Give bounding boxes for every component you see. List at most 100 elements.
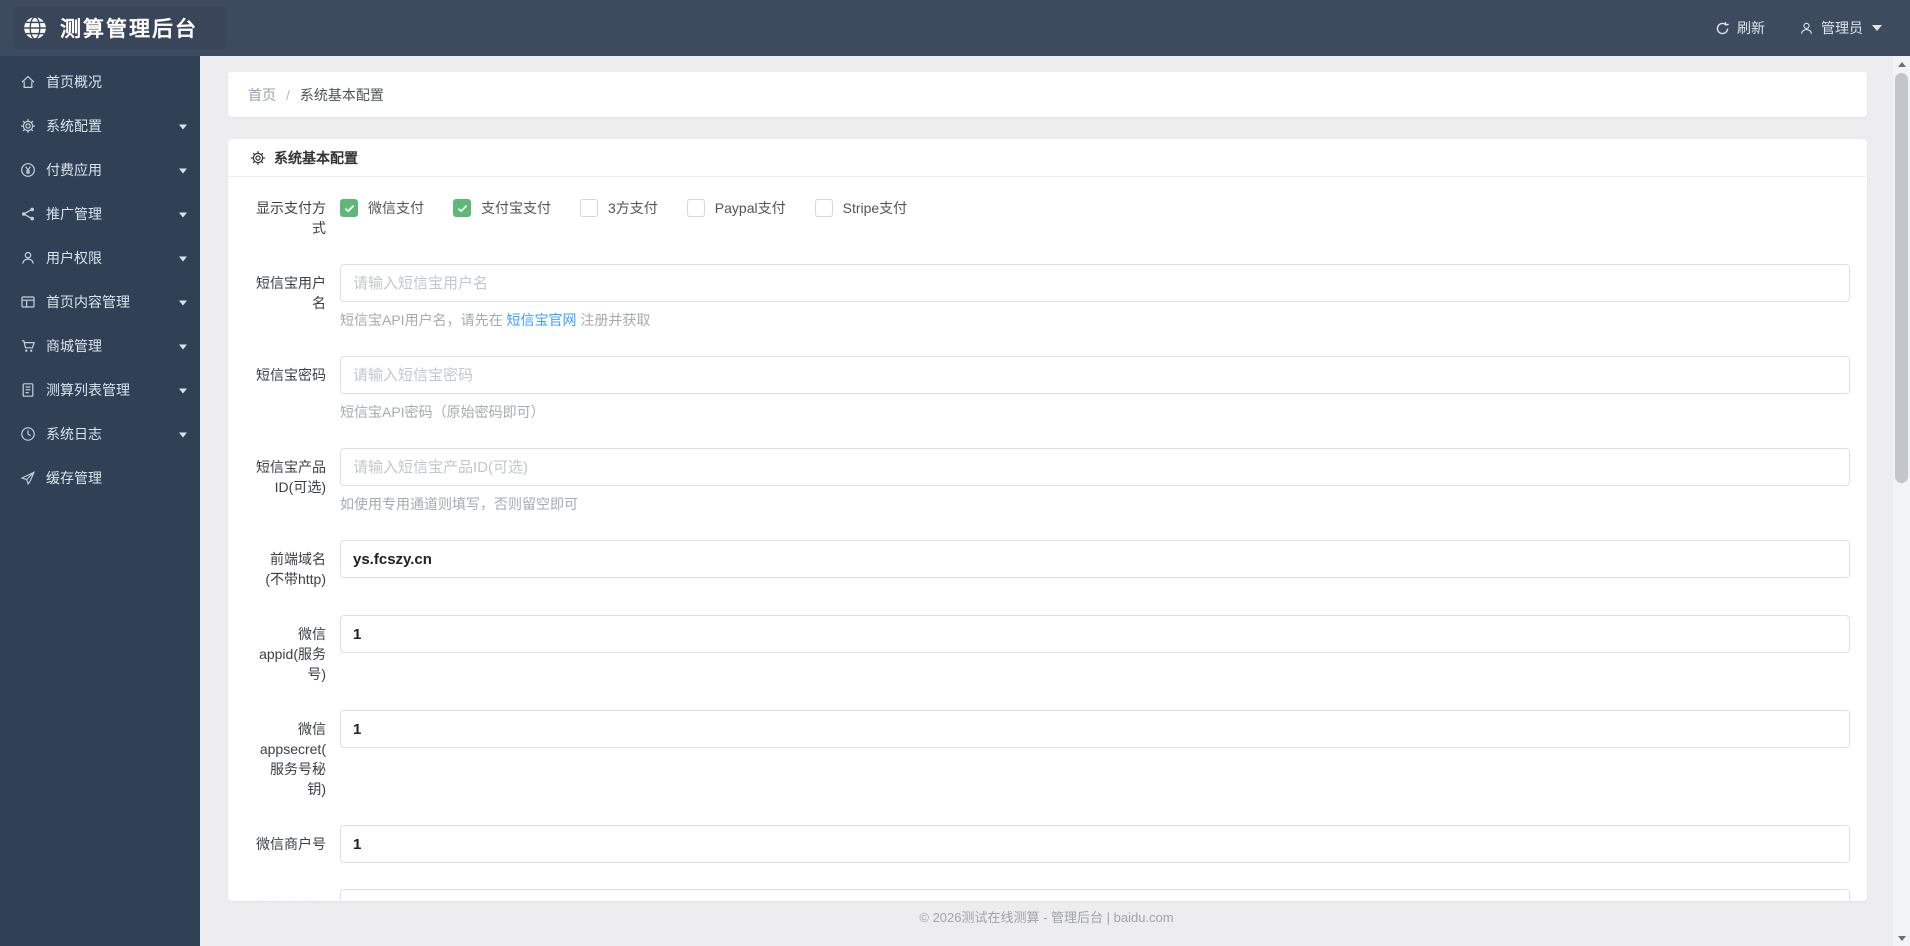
breadcrumb: 首页 / 系统基本配置	[228, 72, 1867, 117]
main-content: 首页 / 系统基本配置 系统基本配置 显示支付方式 微信支付 支付宝支付 3方支…	[200, 56, 1893, 946]
field-label: 微信appsecret(服务号秘钥)	[259, 721, 326, 797]
field-input[interactable]	[340, 264, 1850, 302]
sidebar-item-label: 推广管理	[46, 206, 102, 222]
form-field-row: 短信宝用户名 短信宝API用户名，请先在 短信宝官网 注册并获取	[252, 264, 1850, 330]
sidebar-item-label: 系统日志	[46, 426, 102, 442]
user-menu[interactable]: 管理员	[1799, 18, 1882, 38]
form-fields: 短信宝用户名 短信宝API用户名，请先在 短信宝官网 注册并获取 短信宝密码 短…	[252, 264, 1850, 901]
field-help: 短信宝API用户名，请先在 短信宝官网 注册并获取	[340, 312, 651, 328]
card-title: 系统基本配置	[274, 149, 358, 166]
form-field-row: 微信appsecret(服务号秘钥)	[252, 710, 1850, 799]
sidebar-item-label: 用户权限	[46, 250, 102, 266]
sidebar-item-label: 首页内容管理	[46, 294, 130, 310]
field-label: 短信宝用户名	[256, 275, 326, 311]
field-label: 微信商户号	[256, 836, 326, 852]
user-icon	[20, 250, 36, 266]
field-input[interactable]	[340, 540, 1850, 578]
checkbox-label: Paypal支付	[714, 200, 786, 216]
field-input[interactable]	[340, 710, 1850, 748]
field-input[interactable]	[340, 825, 1850, 863]
field-input[interactable]	[340, 448, 1850, 486]
field-help: 短信宝API密码（原始密码即可）	[340, 404, 545, 420]
top-navbar: 测算管理后台 刷新 管理员	[0, 0, 1910, 56]
navbar-actions: 刷新 管理员	[1715, 18, 1882, 38]
chevron-down-icon	[179, 256, 187, 265]
scroll-up-arrow[interactable]	[1893, 56, 1910, 72]
payment-checkbox-option[interactable]: 微信支付	[340, 198, 424, 218]
field-label: 短信宝密码	[256, 367, 326, 383]
sidebar-item-cache[interactable]: 缓存管理	[0, 456, 200, 500]
breadcrumb-separator: /	[286, 86, 290, 103]
sidebar-item-system-logs[interactable]: 系统日志	[0, 412, 200, 456]
chevron-down-icon	[179, 124, 187, 133]
checkbox-icon	[453, 199, 471, 217]
field-label: 前端域名(不带http)	[265, 551, 326, 587]
sidebar-item-system-config[interactable]: 系统配置	[0, 104, 200, 148]
form-field-row: 短信宝产品ID(可选) 如使用专用通道则填写，否则留空即可	[252, 448, 1850, 514]
config-form: 显示支付方式 微信支付 支付宝支付 3方支付 Paypal支付 Stripe支付	[228, 177, 1867, 901]
payment-methods-label: 显示支付方式	[256, 200, 326, 236]
payment-checkbox-option[interactable]: 支付宝支付	[453, 198, 551, 218]
refresh-icon	[1715, 21, 1730, 36]
user-menu-label: 管理员	[1821, 20, 1863, 36]
field-input[interactable]	[340, 356, 1850, 394]
checkbox-label: 3方支付	[608, 200, 658, 216]
field-label: 短信宝产品ID(可选)	[256, 459, 326, 495]
form-field-row: 微信商户秘钥	[252, 889, 1850, 901]
refresh-button[interactable]: 刷新	[1715, 18, 1765, 38]
caret-down-icon	[1872, 25, 1882, 36]
scrollbar-thumb[interactable]	[1895, 73, 1908, 483]
chevron-down-icon	[179, 432, 187, 441]
gear-icon	[250, 150, 266, 166]
gear-icon	[20, 118, 36, 134]
payment-checkbox-option[interactable]: 3方支付	[580, 198, 658, 218]
sidebar-item-promotion[interactable]: 推广管理	[0, 192, 200, 236]
sidebar-item-home-content[interactable]: 首页内容管理	[0, 280, 200, 324]
chevron-down-icon	[179, 300, 187, 309]
field-help: 如使用专用通道则填写，否则留空即可	[340, 496, 578, 512]
config-card-header: 系统基本配置	[228, 139, 1867, 177]
content-icon	[20, 294, 36, 310]
config-card: 系统基本配置 显示支付方式 微信支付 支付宝支付 3方支付 Paypal支付 S…	[228, 139, 1867, 901]
footer-text: © 2026测试在线测算 - 管理后台 | baidu.com	[919, 910, 1174, 925]
vertical-scrollbar[interactable]	[1893, 56, 1910, 946]
checkbox-icon	[580, 199, 598, 217]
chevron-down-icon	[179, 388, 187, 397]
sidebar-item-user-perms[interactable]: 用户权限	[0, 236, 200, 280]
field-label: 微信商户秘钥	[252, 889, 326, 901]
send-icon	[20, 470, 36, 486]
checkbox-label: 微信支付	[368, 200, 424, 216]
payment-checkbox-option[interactable]: Paypal支付	[686, 198, 786, 218]
sidebar-item-label: 缓存管理	[46, 470, 102, 486]
list-icon	[20, 382, 36, 398]
checkbox-label: Stripe支付	[842, 200, 908, 216]
checkbox-icon	[340, 199, 358, 217]
sidebar-item-calc-list[interactable]: 测算列表管理	[0, 368, 200, 412]
field-input[interactable]	[340, 889, 1850, 901]
breadcrumb-home[interactable]: 首页	[248, 85, 276, 105]
chevron-down-icon	[179, 212, 187, 221]
chevron-down-icon	[179, 344, 187, 353]
checkbox-icon	[686, 199, 705, 217]
share-icon	[20, 206, 36, 222]
scroll-down-arrow[interactable]	[1893, 930, 1910, 946]
field-input[interactable]	[340, 615, 1850, 653]
field-label: 微信appid(服务号)	[259, 626, 326, 682]
cart-icon	[20, 338, 36, 354]
sidebar-item-label: 测算列表管理	[46, 382, 130, 398]
sidebar-item-mall[interactable]: 商城管理	[0, 324, 200, 368]
form-field-row: 前端域名(不带http)	[252, 540, 1850, 589]
form-field-row: 短信宝密码 短信宝API密码（原始密码即可）	[252, 356, 1850, 422]
payment-checkbox-option[interactable]: Stripe支付	[814, 198, 908, 218]
chevron-down-icon	[179, 168, 187, 177]
sidebar-item-label: 商城管理	[46, 338, 102, 354]
field-help-link[interactable]: 短信宝官网	[506, 312, 576, 328]
sidebar-menu: 首页概况 系统配置 付费应用 推广管理 用户权限 首页内容管理 商城管理 测算列…	[0, 60, 200, 500]
form-field-row: 微信appid(服务号)	[252, 615, 1850, 684]
sidebar-item-label: 付费应用	[46, 162, 102, 178]
sidebar-item-paid-apps[interactable]: 付费应用	[0, 148, 200, 192]
sidebar: 首页概况 系统配置 付费应用 推广管理 用户权限 首页内容管理 商城管理 测算列…	[0, 56, 200, 946]
form-field-row: 微信商户号	[252, 825, 1850, 863]
user-icon	[1799, 21, 1814, 36]
sidebar-item-home[interactable]: 首页概况	[0, 60, 200, 104]
